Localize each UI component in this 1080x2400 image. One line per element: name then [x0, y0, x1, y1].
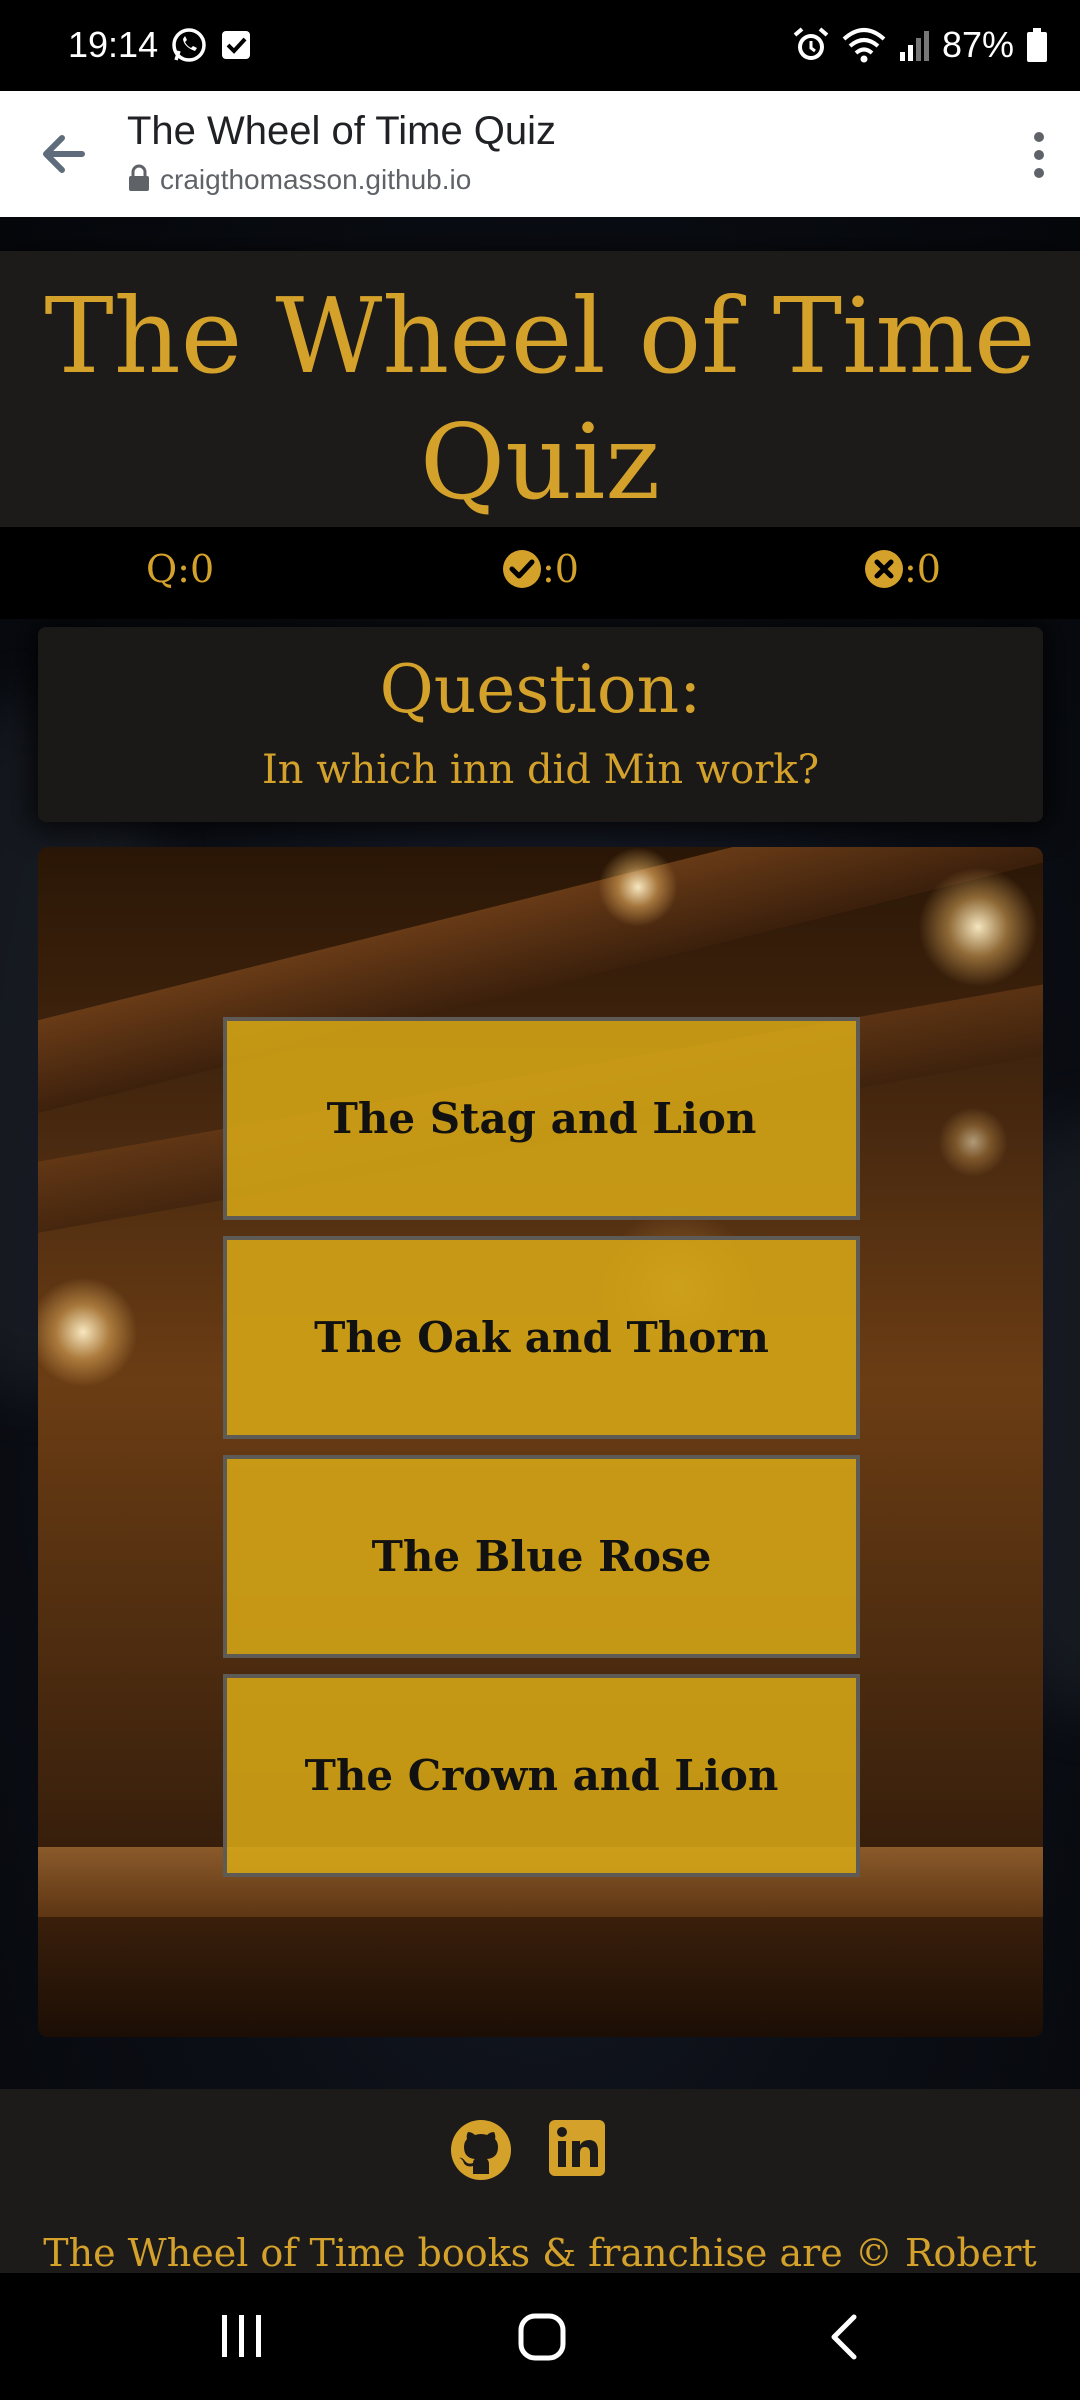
- answer-button-2[interactable]: The Oak and Thorn: [223, 1236, 860, 1439]
- url-text: craigthomasson.github.io: [160, 164, 472, 195]
- browser-toolbar: The Wheel of Time Quiz craigthomasson.gi…: [0, 91, 1080, 217]
- status-bar: 19:14 87%: [0, 0, 1080, 91]
- copyright-note: The Wheel of Time books & franchise are …: [43, 2231, 1037, 2273]
- footer: The Wheel of Time books & franchise are …: [0, 2089, 1080, 2273]
- background-floor: [38, 1917, 1043, 2037]
- wifi-icon: [842, 27, 886, 63]
- answer-list: The Stag and Lion The Oak and Thorn The …: [223, 1017, 860, 1893]
- whatsapp-icon: [170, 26, 208, 64]
- url-bar[interactable]: craigthomasson.github.io: [128, 164, 471, 196]
- header: The Wheel of Time Quiz: [0, 251, 1080, 527]
- system-nav-bar: [0, 2273, 1080, 2400]
- alarm-icon: [792, 26, 830, 64]
- incorrect-count-value: :0: [904, 547, 941, 591]
- question-panel: Question: In which inn did Min work?: [38, 627, 1043, 822]
- answer-button-1[interactable]: The Stag and Lion: [223, 1017, 860, 1220]
- page-title-line2: Quiz: [419, 401, 661, 523]
- check-circle-icon: [502, 549, 542, 589]
- battery-icon: [1026, 27, 1048, 63]
- back-arrow-icon[interactable]: [38, 129, 88, 179]
- incorrect-count: :0: [864, 547, 941, 591]
- signal-icon: [898, 28, 930, 62]
- status-time: 19:14: [68, 24, 159, 65]
- answer-button-3[interactable]: The Blue Rose: [223, 1455, 860, 1658]
- correct-count-value: :0: [542, 547, 579, 591]
- linkedin-icon[interactable]: [548, 2119, 606, 2185]
- checkbox-notification-icon: [220, 29, 252, 61]
- score-bar: Q:0 :0 :0: [0, 527, 1080, 619]
- home-icon[interactable]: [518, 2313, 566, 2365]
- more-vert-icon[interactable]: [1024, 127, 1054, 183]
- github-icon[interactable]: [450, 2119, 512, 2185]
- quiz-page: The Wheel of Time Quiz Q:0 :0 :0 Questio…: [0, 217, 1080, 2273]
- answers-panel: The Stag and Lion The Oak and Thorn The …: [38, 847, 1043, 2037]
- background-light: [938, 1107, 1008, 1177]
- background-light: [38, 1277, 138, 1387]
- correct-count: :0: [502, 547, 579, 591]
- page-title-line1: The Wheel of Time: [44, 275, 1036, 397]
- background-light: [598, 847, 678, 927]
- lock-icon: [128, 164, 150, 196]
- background-light: [918, 867, 1038, 987]
- question-count-value: Q:0: [146, 547, 215, 591]
- x-circle-icon: [864, 549, 904, 589]
- question-count: Q:0: [146, 547, 214, 591]
- recent-apps-icon[interactable]: [220, 2313, 264, 2363]
- back-icon[interactable]: [826, 2313, 862, 2365]
- question-text: In which inn did Min work?: [261, 747, 820, 793]
- browser-page-title[interactable]: The Wheel of Time Quiz: [127, 109, 556, 154]
- answer-button-4[interactable]: The Crown and Lion: [223, 1674, 860, 1877]
- page-title: The Wheel of Time Quiz: [0, 273, 1080, 525]
- battery-level: 87%: [941, 24, 1014, 65]
- question-label: Question:: [379, 651, 702, 728]
